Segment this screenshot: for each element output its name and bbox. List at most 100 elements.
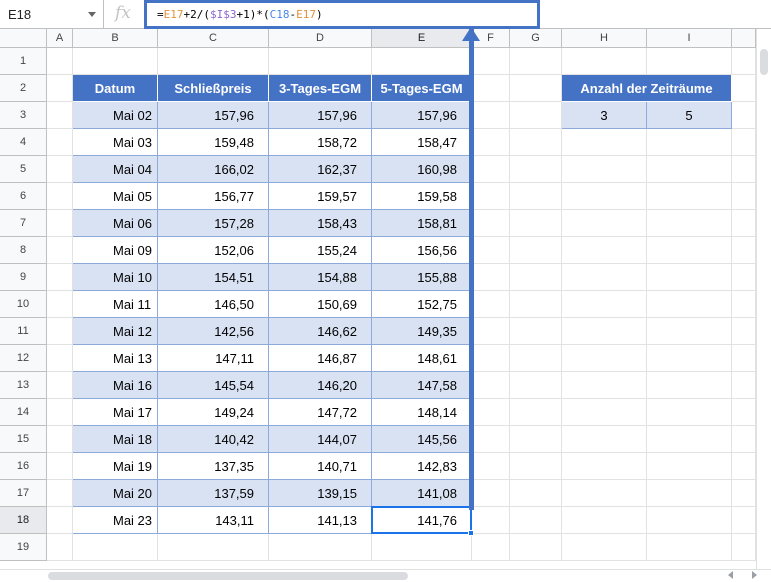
- grid-cell[interactable]: [732, 480, 756, 507]
- column-header-c[interactable]: C: [158, 29, 269, 48]
- table-value-cell[interactable]: 149,24: [158, 399, 269, 426]
- grid-cell[interactable]: [47, 318, 73, 345]
- grid-cell[interactable]: [562, 129, 647, 156]
- name-box[interactable]: E18: [0, 0, 104, 29]
- table-value-cell[interactable]: 146,62: [269, 318, 372, 345]
- table-value-cell[interactable]: 150,69: [269, 291, 372, 318]
- grid-cell[interactable]: [269, 534, 372, 561]
- table-date-cell[interactable]: Mai 02: [73, 102, 158, 129]
- table-value-cell[interactable]: 154,51: [158, 264, 269, 291]
- grid-cell[interactable]: [732, 156, 756, 183]
- table-date-cell[interactable]: Mai 06: [73, 210, 158, 237]
- column-header-d[interactable]: D: [269, 29, 372, 48]
- row-header-1[interactable]: 1: [0, 48, 47, 75]
- grid-cell[interactable]: [510, 129, 562, 156]
- grid-cell[interactable]: [510, 237, 562, 264]
- grid-cell[interactable]: [158, 48, 269, 75]
- table-value-cell[interactable]: 146,87: [269, 345, 372, 372]
- grid-cell[interactable]: [47, 480, 73, 507]
- scroll-right-icon[interactable]: [752, 571, 757, 579]
- grid-cell[interactable]: [510, 102, 562, 129]
- column-header-b[interactable]: B: [73, 29, 158, 48]
- table-value-cell[interactable]: 158,72: [269, 129, 372, 156]
- periods-value-cell[interactable]: 5: [647, 102, 732, 129]
- column-header-i[interactable]: I: [647, 29, 732, 48]
- grid-cell[interactable]: [562, 507, 647, 534]
- grid-cell[interactable]: [472, 102, 510, 129]
- table-value-cell[interactable]: 157,28: [158, 210, 269, 237]
- grid-cell[interactable]: [732, 534, 756, 561]
- grid-cell[interactable]: [472, 453, 510, 480]
- grid-cell[interactable]: [472, 318, 510, 345]
- table-date-cell[interactable]: Mai 20: [73, 480, 158, 507]
- table-value-cell[interactable]: 143,11: [158, 507, 269, 534]
- grid-cell[interactable]: [472, 399, 510, 426]
- grid-cell[interactable]: [47, 102, 73, 129]
- table-date-cell[interactable]: Mai 17: [73, 399, 158, 426]
- table-value-cell[interactable]: 147,72: [269, 399, 372, 426]
- grid-cell[interactable]: [647, 534, 732, 561]
- table-value-cell[interactable]: 162,37: [269, 156, 372, 183]
- grid-cell[interactable]: [510, 453, 562, 480]
- row-header-18[interactable]: 18: [0, 507, 47, 534]
- grid-cell[interactable]: [647, 399, 732, 426]
- grid-cell[interactable]: [510, 345, 562, 372]
- grid-cell[interactable]: [47, 156, 73, 183]
- table-value-cell[interactable]: 166,02: [158, 156, 269, 183]
- grid-cell[interactable]: [510, 75, 562, 102]
- vertical-scrollbar-thumb[interactable]: [760, 49, 768, 75]
- table-value-cell[interactable]: 149,35: [372, 318, 472, 345]
- grid-cell[interactable]: [472, 237, 510, 264]
- grid-cell[interactable]: [647, 480, 732, 507]
- grid-cell[interactable]: [472, 345, 510, 372]
- grid-cell[interactable]: [510, 318, 562, 345]
- grid-cell[interactable]: [47, 129, 73, 156]
- table-value-cell[interactable]: 154,88: [269, 264, 372, 291]
- grid-cell[interactable]: [562, 183, 647, 210]
- grid-cell[interactable]: [562, 318, 647, 345]
- grid-cell[interactable]: [472, 264, 510, 291]
- grid-cell[interactable]: [47, 345, 73, 372]
- grid-cell[interactable]: [562, 399, 647, 426]
- grid-cell[interactable]: [510, 210, 562, 237]
- grid-cell[interactable]: [472, 291, 510, 318]
- select-all-corner[interactable]: [0, 29, 47, 48]
- table-value-cell[interactable]: 140,71: [269, 453, 372, 480]
- table-value-cell[interactable]: 139,15: [269, 480, 372, 507]
- grid-cell[interactable]: [73, 534, 158, 561]
- grid-cell[interactable]: [647, 507, 732, 534]
- grid-cell[interactable]: [472, 48, 510, 75]
- table-date-cell[interactable]: Mai 09: [73, 237, 158, 264]
- table-value-cell[interactable]: 141,08: [372, 480, 472, 507]
- vertical-scrollbar[interactable]: [756, 29, 771, 569]
- row-header-7[interactable]: 7: [0, 210, 47, 237]
- grid-cell[interactable]: [372, 534, 472, 561]
- grid-cell[interactable]: [510, 183, 562, 210]
- table-value-cell[interactable]: 155,24: [269, 237, 372, 264]
- grid-cell[interactable]: [732, 426, 756, 453]
- grid-cell[interactable]: [510, 534, 562, 561]
- formula-input[interactable]: =E17+2/($I$3+1)*(C18-E17): [144, 0, 540, 29]
- table-date-cell[interactable]: Mai 05: [73, 183, 158, 210]
- table-value-cell[interactable]: 146,50: [158, 291, 269, 318]
- table-value-cell[interactable]: 137,35: [158, 453, 269, 480]
- grid-cell[interactable]: [647, 237, 732, 264]
- row-header-12[interactable]: 12: [0, 345, 47, 372]
- grid-cell[interactable]: [47, 399, 73, 426]
- row-header-19[interactable]: 19: [0, 534, 47, 561]
- grid-cell[interactable]: [562, 426, 647, 453]
- grid-cell[interactable]: [158, 534, 269, 561]
- table-value-cell[interactable]: 158,81: [372, 210, 472, 237]
- table-date-cell[interactable]: Mai 12: [73, 318, 158, 345]
- grid-cell[interactable]: [732, 453, 756, 480]
- grid-cell[interactable]: [47, 453, 73, 480]
- grid-cell[interactable]: [647, 129, 732, 156]
- table-value-cell[interactable]: 155,88: [372, 264, 472, 291]
- grid-cell[interactable]: [510, 156, 562, 183]
- grid-cell[interactable]: [562, 210, 647, 237]
- table-value-cell[interactable]: 146,20: [269, 372, 372, 399]
- row-header-14[interactable]: 14: [0, 399, 47, 426]
- grid-cell[interactable]: [647, 318, 732, 345]
- grid-cell[interactable]: [647, 345, 732, 372]
- grid-cell[interactable]: [647, 291, 732, 318]
